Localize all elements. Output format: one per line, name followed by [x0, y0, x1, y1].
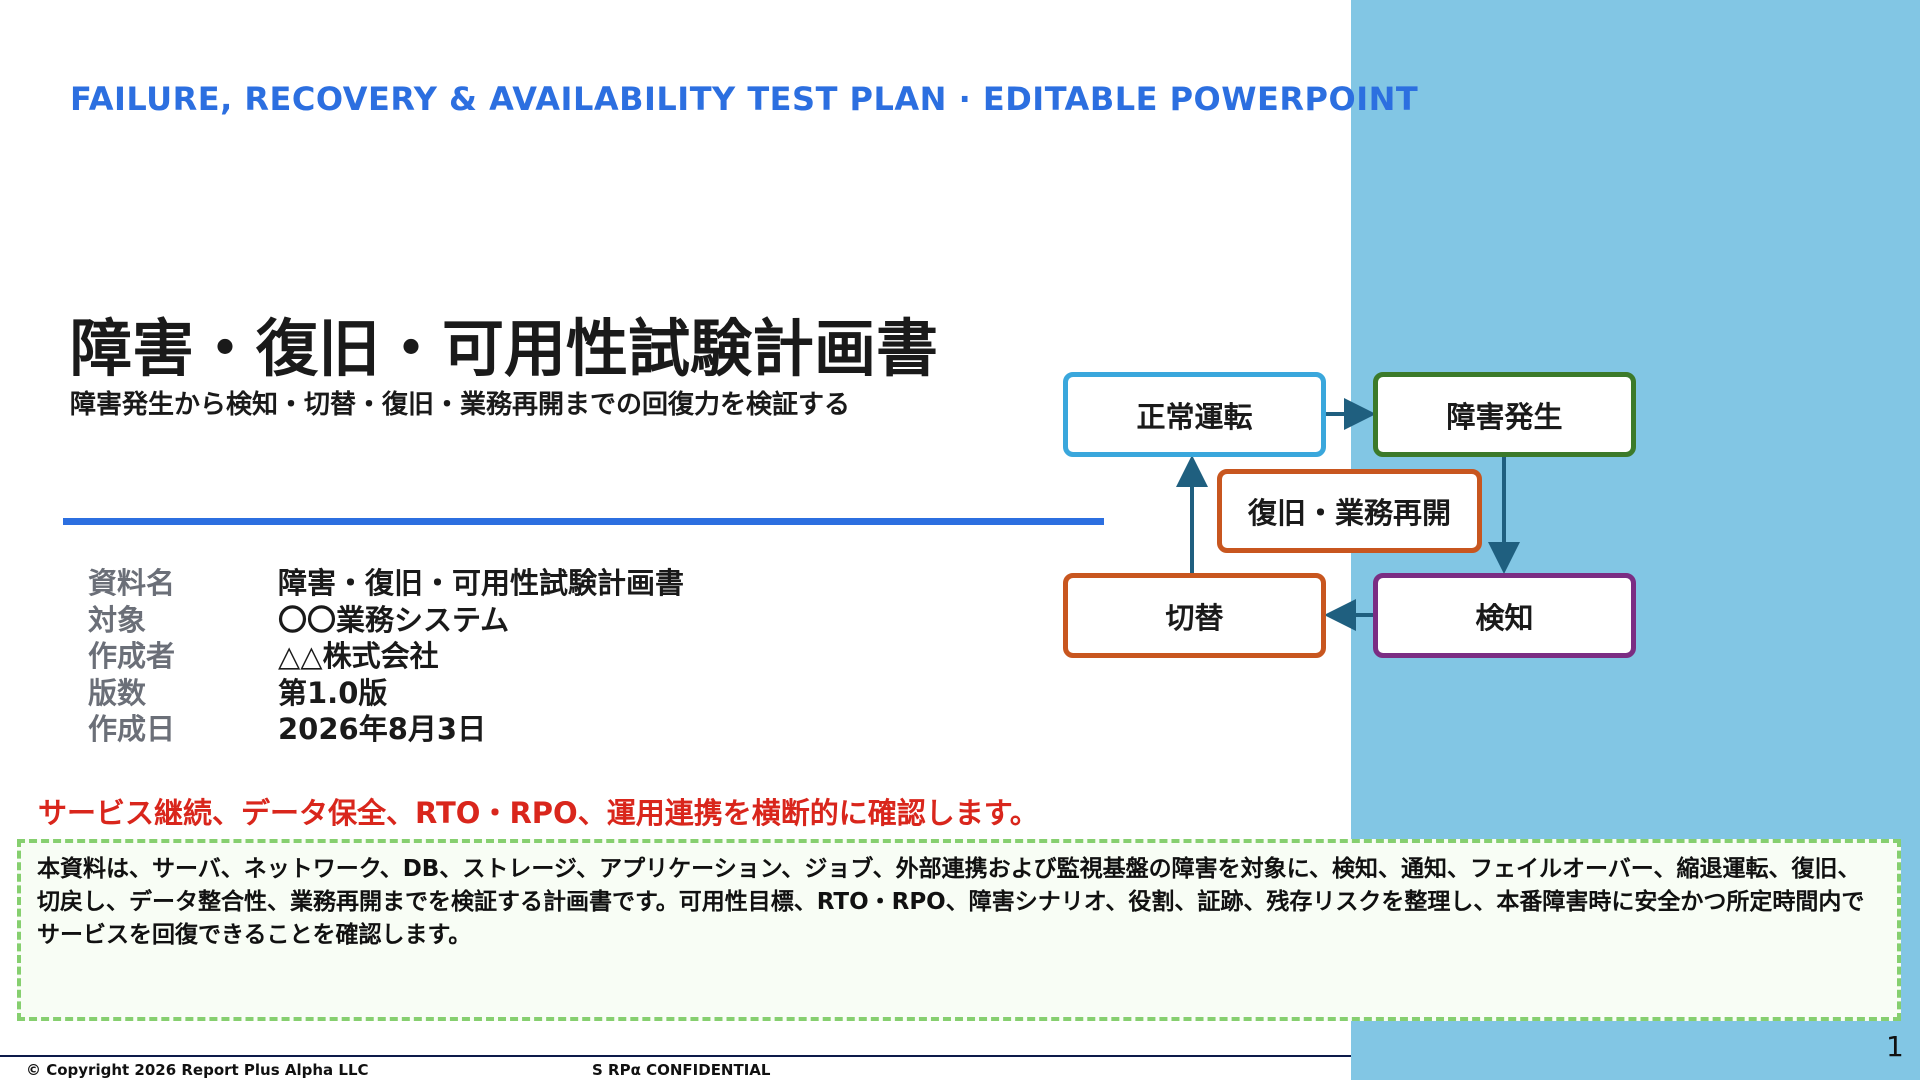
meta-label: 作成日 — [88, 712, 176, 747]
highlight-note: サービス継続、データ保全、RTO・RPO、運用連携を横断的に確認します。 — [38, 796, 1039, 830]
flow-node-switchover: 切替 — [1063, 573, 1326, 658]
meta-row-document-name: 資料名 障害・復旧・可用性試験計画書 — [88, 563, 684, 600]
description-text: 本資料は、サーバ、ネットワーク、DB、ストレージ、アプリケーション、ジョブ、外部… — [37, 856, 1865, 948]
flow-node-normal-operation: 正常運転 — [1063, 372, 1326, 457]
document-metadata: 資料名 障害・復旧・可用性試験計画書 対象 〇〇業務システム 作成者 △△株式会… — [88, 563, 684, 746]
page-number: 1 — [1886, 1030, 1904, 1063]
meta-row-date: 作成日 2026年8月3日 — [88, 709, 684, 746]
meta-row-version: 版数 第1.0版 — [88, 673, 684, 710]
description-box: 本資料は、サーバ、ネットワーク、DB、ストレージ、アプリケーション、ジョブ、外部… — [17, 839, 1901, 1021]
meta-row-target: 対象 〇〇業務システム — [88, 600, 684, 637]
flow-node-fault-occurrence: 障害発生 — [1373, 372, 1636, 457]
meta-row-author: 作成者 △△株式会社 — [88, 636, 684, 673]
flow-node-recovery-resume: 復旧・業務再開 — [1217, 469, 1482, 553]
slide-header: FAILURE, RECOVERY & AVAILABILITY TEST PL… — [70, 80, 1419, 118]
slide-subtitle: 障害発生から検知・切替・復旧・業務再開までの回復力を検証する — [70, 390, 851, 420]
footer-confidential: S RPα CONFIDENTIAL — [592, 1061, 771, 1079]
title-divider — [63, 518, 1104, 525]
footer-divider — [0, 1055, 1351, 1057]
footer-copyright: © Copyright 2026 Report Plus Alpha LLC — [26, 1061, 369, 1079]
flow-node-detection: 検知 — [1373, 573, 1636, 658]
meta-value: 2026年8月3日 — [278, 712, 487, 747]
slide-title: 障害・復旧・可用性試験計画書 — [70, 312, 939, 385]
